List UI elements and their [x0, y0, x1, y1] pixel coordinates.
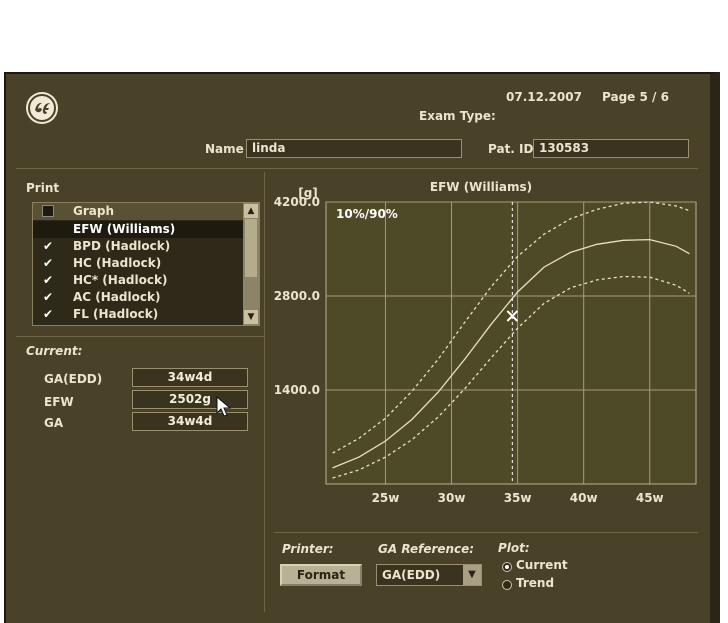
- x-tick-label: 35w: [504, 491, 532, 505]
- ultrasound-screen: 07.12.2007 Page 5 / 6 Exam Type: Name li…: [4, 72, 720, 623]
- y-tick-label: 2800.0: [274, 289, 320, 303]
- x-tick-label: 30w: [438, 491, 466, 505]
- ga-reference-value: GA(EDD): [382, 568, 441, 582]
- plot-trend-label[interactable]: Trend: [516, 576, 554, 590]
- efw-growth-chart: EFW (Williams) [g] 25w 30w 35w 40w 45w1400.0…: [274, 180, 697, 505]
- y-tick-label: 1400.0: [274, 383, 320, 397]
- percentile-annotation: 10%/90%: [336, 207, 398, 221]
- y-tick-label: 4200.0: [274, 195, 320, 209]
- format-button[interactable]: Format: [280, 564, 362, 586]
- ga-reference-label: GA Reference:: [378, 542, 475, 556]
- x-tick-label: 25w: [372, 491, 400, 505]
- plot-area: [325, 201, 697, 485]
- plot-label: Plot:: [498, 541, 530, 555]
- plot-current-label[interactable]: Current: [516, 558, 568, 572]
- chevron-down-icon[interactable]: ▼: [463, 565, 481, 585]
- x-tick-label: 40w: [570, 491, 598, 505]
- plot-current-radio[interactable]: [502, 562, 512, 572]
- chart-title: EFW (Williams): [430, 180, 532, 194]
- x-tick-label: 45w: [636, 491, 664, 505]
- ga-reference-select[interactable]: GA(EDD) ▼: [376, 564, 482, 586]
- controls-divider: [274, 532, 698, 533]
- plot-trend-radio[interactable]: [502, 580, 512, 590]
- printer-label: Printer:: [282, 542, 334, 556]
